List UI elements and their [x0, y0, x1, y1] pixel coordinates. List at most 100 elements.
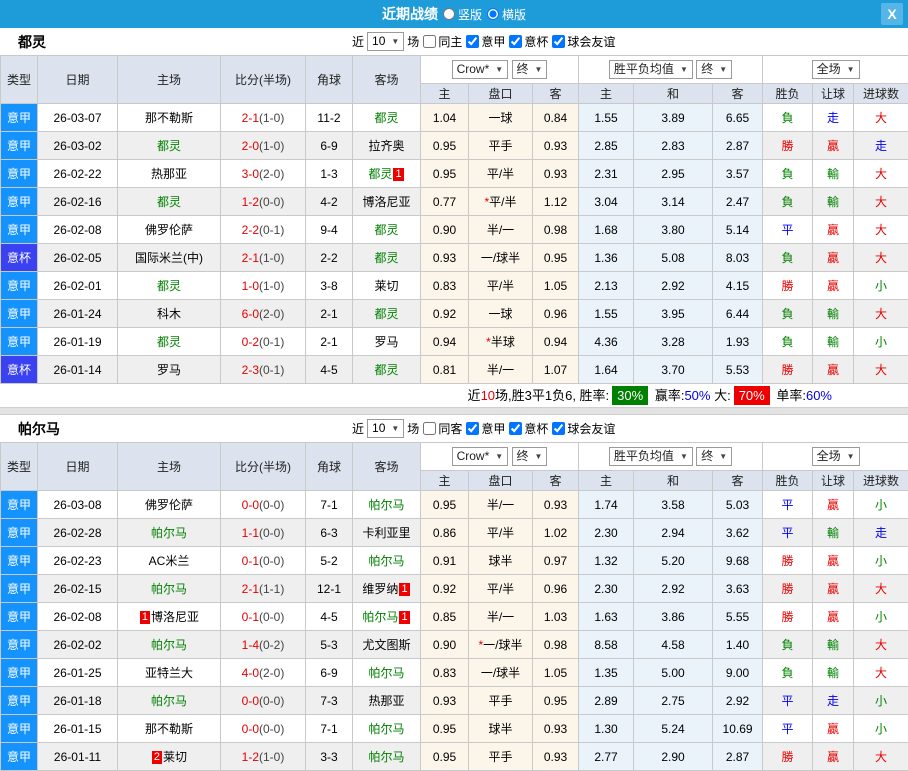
- layout-radio-vertical[interactable]: 竖版: [443, 6, 482, 23]
- away-team: 尤文图斯: [353, 631, 421, 659]
- away-avg: 5.55: [713, 603, 763, 631]
- serie-a-checkbox[interactable]: [466, 35, 479, 48]
- odds-time-select[interactable]: 终▼: [512, 447, 548, 466]
- sub-home-avg: 主: [579, 471, 634, 491]
- result-handicap: 贏: [813, 272, 854, 300]
- match-count-value: 10: [372, 421, 385, 436]
- corner-score: 5-3: [306, 631, 353, 659]
- draw-avg: 2.83: [634, 132, 713, 160]
- league-filter-friendly[interactable]: 球会友谊: [551, 420, 615, 437]
- team-label: 莱切: [374, 279, 398, 293]
- layout-radio-horizontal[interactable]: 横版: [487, 6, 526, 23]
- fulltime-score: 2-1: [242, 111, 259, 125]
- result-goals: 小: [854, 687, 908, 715]
- result-wdl: 勝: [763, 356, 813, 384]
- team-label: 都灵: [368, 167, 392, 181]
- chevron-down-icon: ▼: [391, 421, 399, 436]
- fulltime-score: 1-2: [242, 750, 259, 764]
- league-filter-serie-a[interactable]: 意甲: [465, 33, 505, 50]
- corner-score: 3-3: [306, 743, 353, 771]
- titlebar: 近期战绩 竖版 横版 X: [0, 0, 908, 28]
- league-filter-serie-a[interactable]: 意甲: [465, 420, 505, 437]
- scope-select[interactable]: 全场▼: [812, 447, 860, 466]
- result-handicap: 輸: [813, 519, 854, 547]
- odds-select-cell: Crow*▼ 终▼: [421, 443, 579, 471]
- same-venue-filter[interactable]: 同主: [422, 33, 462, 50]
- home-odds: 0.95: [421, 491, 469, 519]
- home-avg: 8.58: [579, 631, 634, 659]
- league-filter-coppa[interactable]: 意杯: [508, 33, 548, 50]
- draw-avg: 2.75: [634, 687, 713, 715]
- vertical-radio[interactable]: [443, 8, 455, 20]
- sub-result-goals: 进球数: [854, 84, 908, 104]
- away-team: 罗马: [353, 328, 421, 356]
- chevron-down-icon: ▼: [719, 62, 727, 77]
- chevron-down-icon: ▼: [719, 449, 727, 464]
- league-badge: 意甲: [1, 603, 38, 631]
- fulltime-score: 2-0: [242, 139, 259, 153]
- away-team: 热那亚: [353, 687, 421, 715]
- corner-score: 4-5: [306, 603, 353, 631]
- home-team: 佛罗伦萨: [118, 216, 221, 244]
- serie-a-checkbox[interactable]: [466, 422, 479, 435]
- away-avg: 6.44: [713, 300, 763, 328]
- away-team: 帕尔马1: [353, 603, 421, 631]
- match-date: 26-02-15: [38, 575, 118, 603]
- handicap: 平/半: [469, 272, 533, 300]
- team-label: 都灵: [374, 251, 398, 265]
- away-avg: 5.53: [713, 356, 763, 384]
- avg-time-select[interactable]: 终▼: [696, 447, 732, 466]
- team-label: 博洛尼亚: [362, 195, 410, 209]
- scope-select[interactable]: 全场▼: [812, 60, 860, 79]
- handicap: 一/球半: [469, 659, 533, 687]
- result-goals: 大: [854, 575, 908, 603]
- team-label: 帕尔马: [368, 750, 404, 764]
- draw-avg: 3.86: [634, 603, 713, 631]
- same-venue-checkbox[interactable]: [423, 35, 436, 48]
- fulltime-score: 1-1: [242, 526, 259, 540]
- team-label: 维罗纳: [362, 582, 398, 596]
- home-odds: 0.77: [421, 188, 469, 216]
- coppa-checkbox[interactable]: [509, 422, 522, 435]
- away-odds: 1.07: [533, 356, 579, 384]
- away-odds: 0.94: [533, 328, 579, 356]
- fulltime-score: 3-0: [242, 167, 259, 181]
- summary-segment: 大:: [710, 388, 730, 403]
- home-team: 热那亚: [118, 160, 221, 188]
- bookmaker-select[interactable]: Crow*▼: [452, 447, 509, 466]
- league-filter-coppa[interactable]: 意杯: [508, 420, 548, 437]
- coppa-checkbox[interactable]: [509, 35, 522, 48]
- red-card-badge: 1: [393, 168, 403, 181]
- close-button[interactable]: X: [881, 3, 903, 25]
- summary-segment: 60%: [806, 388, 832, 403]
- team-label: 那不勒斯: [145, 111, 193, 125]
- match-count-select[interactable]: 10 ▼: [367, 32, 404, 51]
- result-goals: 大: [854, 244, 908, 272]
- table-row: 意甲26-02-01都灵1-0(1-0)3-8莱切0.83平/半1.052.13…: [1, 272, 908, 300]
- table-row: 意甲26-01-15那不勒斯0-0(0-0)7-1帕尔马0.95球半0.931.…: [1, 715, 908, 743]
- same-venue-checkbox[interactable]: [423, 422, 436, 435]
- same-venue-filter[interactable]: 同客: [422, 420, 462, 437]
- avg-odds-select[interactable]: 胜平负均值▼: [609, 447, 693, 466]
- table-row: 意甲26-01-19都灵0-2(0-1)2-1罗马0.94*半球0.944.36…: [1, 328, 908, 356]
- away-team: 都灵: [353, 216, 421, 244]
- sub-draw-avg: 和: [634, 84, 713, 104]
- odds-time-select[interactable]: 终▼: [512, 60, 548, 79]
- league-filter-friendly[interactable]: 球会友谊: [551, 33, 615, 50]
- team-label: 帕尔马: [362, 610, 398, 624]
- draw-avg: 2.94: [634, 519, 713, 547]
- home-odds: 0.90: [421, 216, 469, 244]
- sub-result-handicap: 让球: [813, 84, 854, 104]
- match-count-select[interactable]: 10 ▼: [367, 419, 404, 438]
- horizontal-radio[interactable]: [487, 8, 499, 20]
- friendly-checkbox[interactable]: [552, 422, 565, 435]
- sub-away-odds: 客: [533, 471, 579, 491]
- avg-odds-select[interactable]: 胜平负均值▼: [609, 60, 693, 79]
- team-label: 热那亚: [151, 167, 187, 181]
- avg-time-select[interactable]: 终▼: [696, 60, 732, 79]
- friendly-checkbox[interactable]: [552, 35, 565, 48]
- away-odds: 1.02: [533, 519, 579, 547]
- table-row: 意杯26-01-14罗马2-3(0-1)4-5都灵0.81半/一1.071.64…: [1, 356, 908, 384]
- bookmaker-select[interactable]: Crow*▼: [452, 60, 509, 79]
- league-badge: 意甲: [1, 104, 38, 132]
